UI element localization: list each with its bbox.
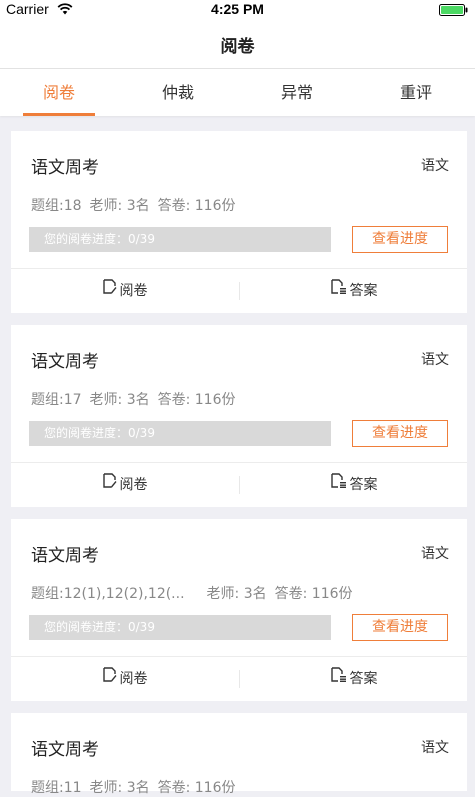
review-button[interactable]: 阅卷	[11, 269, 239, 313]
exam-subject: 语文	[421, 740, 449, 756]
exam-card[interactable]: 语文周考 语文 题组:17 老师: 3名 答卷: 116份 您的阅卷进度：0/39 …	[11, 325, 467, 507]
document-list-icon	[330, 268, 347, 312]
exam-meta: 题组:12(1),12(2),12(... 老师: 3名 答卷: 116份	[31, 583, 353, 603]
navigation-bar: 阅卷	[0, 20, 475, 69]
paper-count: 答卷: 116份	[157, 780, 236, 796]
paper-count: 答卷: 116份	[157, 392, 236, 408]
exam-title: 语文周考	[31, 352, 99, 372]
review-label: 阅卷	[119, 477, 148, 493]
question-group: 题组:17	[31, 392, 82, 408]
battery-icon	[439, 4, 469, 16]
exam-subject: 语文	[421, 546, 449, 562]
progress-text: 您的阅卷进度：0/39	[44, 232, 155, 246]
tab-review[interactable]: 阅卷	[0, 69, 118, 116]
review-button[interactable]: 阅卷	[11, 657, 239, 701]
review-progress-bar: 您的阅卷进度：0/39	[29, 421, 331, 446]
exam-meta: 题组:17 老师: 3名 答卷: 116份	[31, 389, 236, 409]
exam-title: 语文周考	[31, 546, 99, 566]
edit-document-icon	[102, 462, 117, 506]
exam-card[interactable]: 语文周考 语文 题组:12(1),12(2),12(... 老师: 3名 答卷: 1…	[11, 519, 467, 701]
active-tab-indicator	[23, 113, 95, 116]
review-label: 阅卷	[119, 283, 148, 299]
question-group: 题组:12(1),12(2),12(...	[31, 586, 185, 602]
question-group: 题组:18	[31, 198, 82, 214]
review-progress-bar: 您的阅卷进度：0/39	[29, 615, 331, 640]
exam-card[interactable]: 语文周考 语文 题组:18 老师: 3名 答卷: 116份 您的阅卷进度：0/39 …	[11, 131, 467, 313]
teacher-count: 老师: 3名	[206, 586, 267, 602]
teacher-count: 老师: 3名	[89, 392, 150, 408]
clock-time: 4:25 PM	[211, 1, 264, 17]
exam-card[interactable]: 语文周考 语文 题组:11 老师: 3名 答卷: 116份	[11, 713, 467, 796]
exam-meta: 题组:11 老师: 3名 答卷: 116份	[31, 777, 236, 797]
review-progress-bar: 您的阅卷进度：0/39	[29, 227, 331, 252]
exam-meta: 题组:18 老师: 3名 答卷: 116份	[31, 195, 236, 215]
review-label: 阅卷	[119, 671, 148, 687]
exam-subject: 语文	[421, 158, 449, 174]
exam-title: 语文周考	[31, 740, 99, 760]
document-list-icon	[330, 656, 347, 700]
answer-button[interactable]: 答案	[240, 463, 468, 507]
document-list-icon	[330, 462, 347, 506]
tab-arbitration[interactable]: 仲裁	[119, 69, 237, 116]
review-button[interactable]: 阅卷	[11, 463, 239, 507]
tab-abnormal[interactable]: 异常	[238, 69, 356, 116]
paper-count: 答卷: 116份	[274, 586, 353, 602]
question-group: 题组:11	[31, 780, 82, 796]
answer-label: 答案	[349, 671, 378, 687]
progress-text: 您的阅卷进度：0/39	[44, 620, 155, 634]
view-progress-button[interactable]: 查看进度	[352, 614, 448, 641]
edit-document-icon	[102, 656, 117, 700]
answer-button[interactable]: 答案	[240, 657, 468, 701]
page-title: 阅卷	[220, 37, 255, 57]
tab-re-evaluate[interactable]: 重评	[357, 69, 475, 116]
status-bar: Carrier 4:25 PM	[0, 0, 475, 20]
exam-subject: 语文	[421, 352, 449, 368]
answer-label: 答案	[349, 283, 378, 299]
paper-count: 答卷: 116份	[157, 198, 236, 214]
answer-button[interactable]: 答案	[240, 269, 468, 313]
tab-bar: 阅卷 仲裁 异常 重评	[0, 69, 475, 116]
exam-title: 语文周考	[31, 158, 99, 178]
teacher-count: 老师: 3名	[89, 780, 150, 796]
view-progress-button[interactable]: 查看进度	[352, 420, 448, 447]
teacher-count: 老师: 3名	[89, 198, 150, 214]
view-progress-button[interactable]: 查看进度	[352, 226, 448, 253]
answer-label: 答案	[349, 477, 378, 493]
edit-document-icon	[102, 268, 117, 312]
progress-text: 您的阅卷进度：0/39	[44, 426, 155, 440]
